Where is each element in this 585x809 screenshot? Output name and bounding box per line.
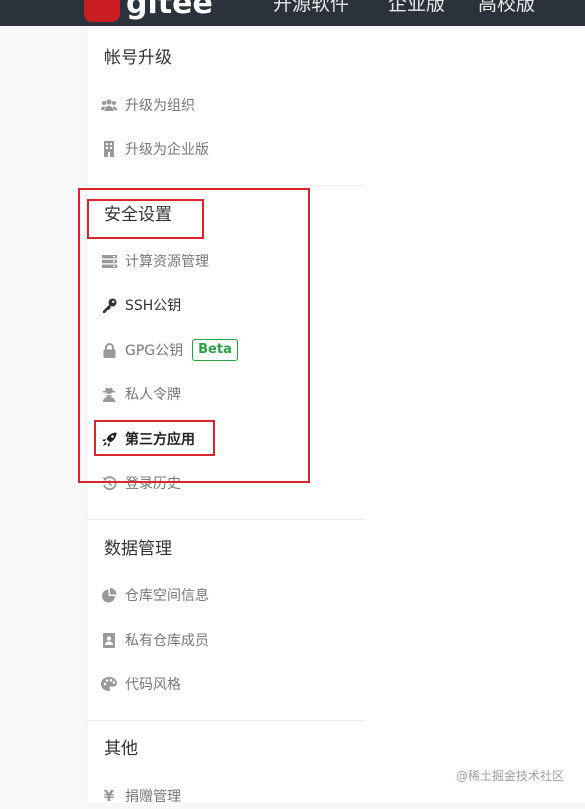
annotation-box-title	[87, 199, 204, 239]
logo-text[interactable]: gitee	[126, 0, 213, 22]
top-navbar: gitee 开源软件 企业版 高校版	[0, 0, 585, 26]
gitee-logo-icon[interactable]	[84, 0, 120, 22]
menu-label: 升级为企业版	[125, 142, 209, 158]
menu-upgrade-organization[interactable]: 升级为组织	[101, 92, 195, 118]
menu-private-repo-members[interactable]: 私有仓库成员	[101, 627, 209, 653]
main-content-panel	[365, 30, 585, 803]
menu-label: 捐赠管理	[125, 789, 181, 805]
menu-code-style[interactable]: 代码风格	[101, 671, 181, 697]
menu-donation-management[interactable]: ¥ 捐赠管理	[101, 783, 181, 809]
section-divider	[87, 185, 365, 186]
section-divider	[87, 519, 365, 520]
section-title-data: 数据管理	[104, 539, 172, 559]
users-icon	[101, 97, 117, 113]
menu-label: 仓库空间信息	[125, 588, 209, 604]
nav-enterprise[interactable]: 企业版	[388, 0, 445, 16]
menu-label: 升级为组织	[125, 98, 195, 114]
menu-upgrade-enterprise[interactable]: 升级为企业版	[101, 136, 209, 162]
yen-icon: ¥	[103, 787, 115, 805]
pie-chart-icon	[101, 587, 117, 603]
watermark: @稀土掘金技术社区	[456, 769, 565, 783]
building-icon	[101, 141, 117, 157]
palette-icon	[101, 676, 117, 692]
annotation-box-third-party	[94, 420, 215, 456]
section-title-other: 其他	[104, 739, 138, 759]
menu-label: 代码风格	[125, 677, 181, 693]
contact-card-icon	[101, 632, 117, 648]
nav-open-source[interactable]: 开源软件	[273, 0, 349, 16]
menu-repo-space[interactable]: 仓库空间信息	[101, 582, 209, 608]
menu-label: 私有仓库成员	[125, 633, 209, 649]
section-title-upgrade: 帐号升级	[104, 48, 172, 68]
nav-education[interactable]: 高校版	[478, 0, 535, 16]
section-divider	[87, 720, 365, 721]
